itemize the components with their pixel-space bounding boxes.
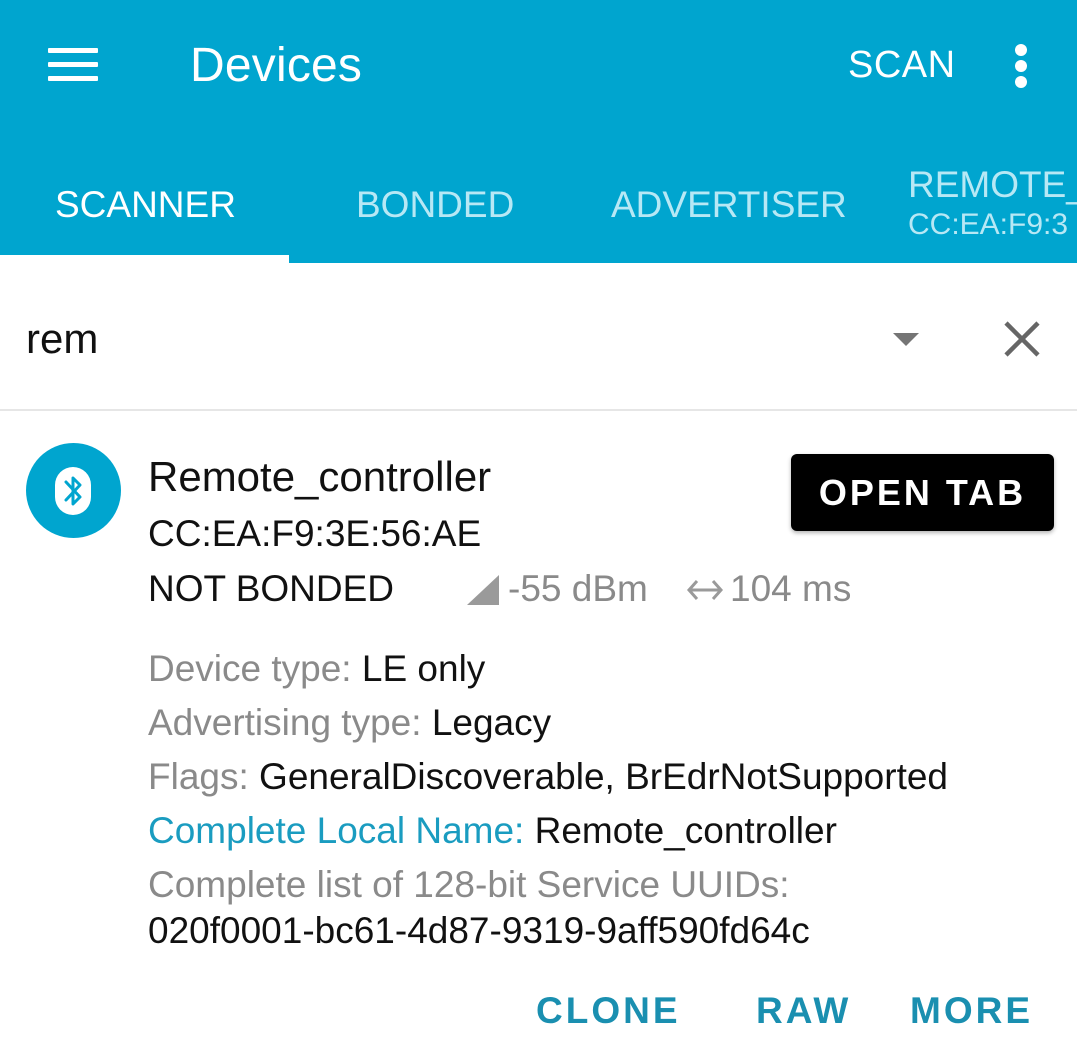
dropdown-arrow-icon[interactable]	[893, 333, 919, 346]
detail-device-type: Device type: LE only	[148, 648, 486, 689]
more-vert-icon[interactable]	[1006, 44, 1036, 88]
detail-complete-local-name: Complete Local Name: Remote_controller	[148, 810, 837, 851]
raw-button[interactable]: RAW	[756, 990, 851, 1032]
bluetooth-icon	[64, 476, 82, 506]
menu-icon[interactable]	[46, 44, 100, 84]
close-icon[interactable]	[1000, 317, 1044, 361]
detail-service-uuids-label: Complete list of 128-bit Service UUIDs:	[148, 864, 790, 905]
app-bar: Devices SCAN SCANNER BONDED ADVERTISER R…	[0, 0, 1077, 263]
detail-flags: Flags: GeneralDiscoverable, BrEdrNotSupp…	[148, 756, 949, 797]
tab-bar: SCANNER BONDED ADVERTISER REMOTE_ CC:EA:…	[0, 150, 1077, 263]
filter-input[interactable]	[26, 315, 846, 363]
tab-bonded[interactable]: BONDED	[289, 150, 579, 263]
more-button[interactable]: MORE	[910, 990, 1033, 1032]
detail-advertising-type: Advertising type: Legacy	[148, 702, 552, 743]
device-avatar	[26, 443, 121, 538]
scan-button[interactable]: SCAN	[848, 44, 956, 87]
clone-button[interactable]: CLONE	[536, 990, 681, 1032]
tab-advertiser[interactable]: ADVERTISER	[579, 150, 879, 263]
signal-strength-icon	[467, 575, 499, 605]
interval-arrows-icon	[686, 580, 724, 600]
tab-sublabel: CC:EA:F9:3	[908, 208, 1069, 241]
page-title: Devices	[190, 39, 363, 92]
device-address: CC:EA:F9:3E:56:AE	[148, 513, 482, 554]
tab-remote-controller[interactable]: REMOTE_ CC:EA:F9:3	[879, 150, 1077, 263]
rssi-value: -55 dBm	[508, 568, 648, 609]
detail-service-uuids-value: 020f0001-bc61-4d87-9319-9aff590fd64c	[148, 910, 810, 951]
tab-scanner[interactable]: SCANNER	[0, 150, 289, 263]
filter-bar	[0, 263, 1077, 411]
device-name: Remote_controller	[148, 453, 492, 500]
device-card[interactable]: Remote_controller CC:EA:F9:3E:56:AE NOT …	[0, 413, 1077, 1056]
tab-indicator	[0, 255, 289, 263]
bond-status: NOT BONDED	[148, 568, 395, 609]
open-tab-button[interactable]: OPEN TAB	[791, 454, 1054, 531]
advertising-interval: 104 ms	[730, 568, 852, 609]
